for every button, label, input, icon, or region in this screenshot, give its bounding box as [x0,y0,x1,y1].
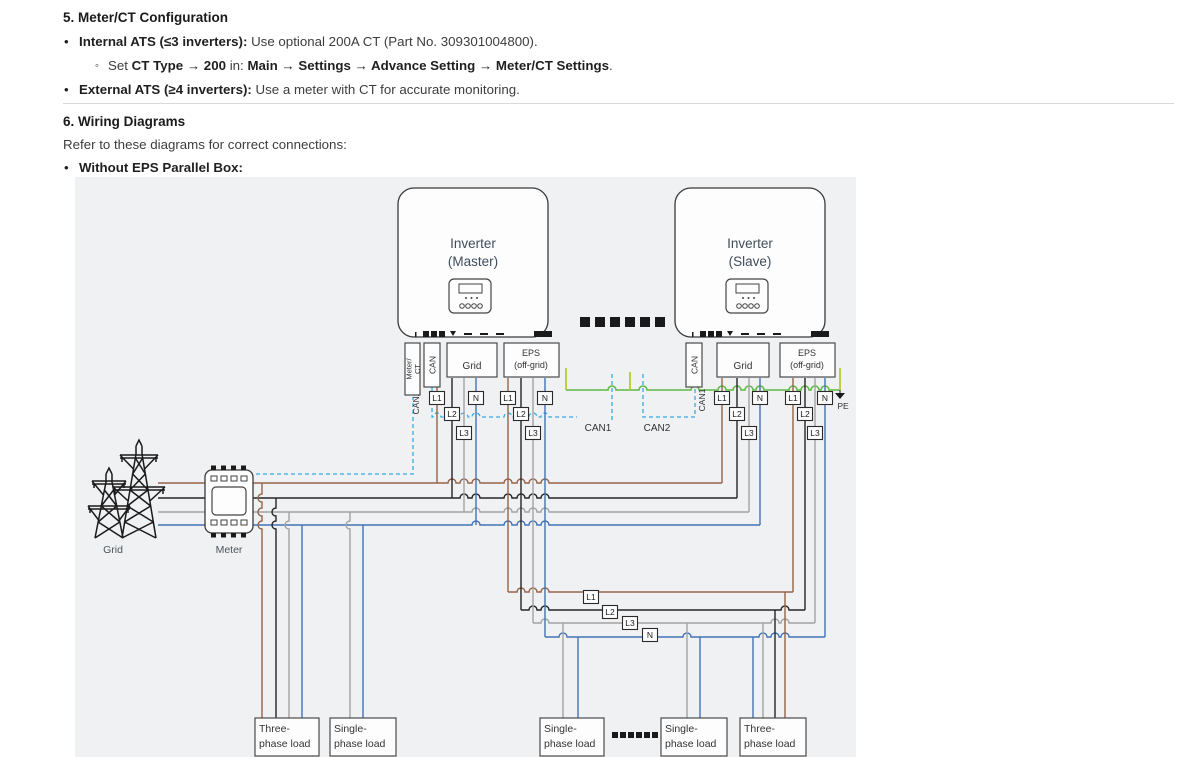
bullet-marker: • [64,34,79,49]
svg-text:L3: L3 [810,428,820,438]
svg-text:N: N [822,393,828,403]
svg-text:Inverter: Inverter [727,236,773,251]
bullet-external-ats: •External ATS (≥4 inverters): Use a mete… [64,82,520,97]
bullet-without-eps-box: •Without EPS Parallel Box: [64,160,243,175]
svg-text:CAN: CAN [427,356,437,374]
svg-text:phase load: phase load [334,738,386,750]
svg-text:Single-: Single- [544,723,577,735]
svg-text:N: N [473,393,479,403]
svg-text:L2: L2 [516,409,526,419]
svg-text:L1: L1 [788,393,798,403]
svg-text:CAN1: CAN1 [585,423,612,434]
meter: Meter [205,466,253,557]
svg-text:Grid: Grid [734,361,753,372]
svg-text:CAN: CAN [689,356,699,374]
terminal-labels: L1NL2L3L1NL2L3L1NL2L3L1NL2L3L1L2L3N [430,392,833,642]
svg-text:L2: L2 [800,409,810,419]
svg-text:L2: L2 [447,409,457,419]
ground-symbol [835,393,845,399]
svg-text:(off-grid): (off-grid) [514,360,548,370]
svg-text:Three-: Three- [259,723,290,735]
svg-text:phase load: phase load [665,738,717,750]
svg-text:(Master): (Master) [448,254,498,269]
load-ellipsis [612,732,658,738]
svg-text:L3: L3 [459,428,469,438]
svg-text:PE: PE [837,401,849,411]
svg-text:Three-: Three- [744,723,775,735]
svg-text:CAN1: CAN1 [697,388,707,411]
svg-text:EPS: EPS [798,348,816,358]
load-boxes: Three-phase load Single-phase load Single-… [255,718,806,756]
document-page: 5. Meter/CT Configuration •Internal ATS … [0,0,1181,757]
svg-text:(off-grid): (off-grid) [790,360,824,370]
text-run: in: [226,58,247,73]
svg-text:L1: L1 [717,393,727,403]
svg-text:N: N [757,393,763,403]
svg-text:L3: L3 [625,618,635,628]
section6-heading: 6. Wiring Diagrams [63,114,185,129]
svg-text:Grid: Grid [463,361,482,372]
svg-text:Meter: Meter [216,544,243,556]
text-run: Use a meter with CT for accurate monitor… [252,82,520,97]
svg-text:Single-: Single- [334,723,367,735]
svg-text:Grid: Grid [103,544,123,556]
svg-text:Single-: Single- [665,723,698,735]
section5-heading: 5. Meter/CT Configuration [63,10,228,25]
grid-towers: Grid [88,440,165,556]
svg-text:L2: L2 [732,409,742,419]
wiring-intro: Refer to these diagrams for correct conn… [63,137,347,152]
bullet-internal-ats: •Internal ATS (≤3 inverters): Use option… [64,34,538,49]
text-run: Without EPS Parallel Box: [79,160,243,175]
text-run: Internal ATS (≤3 inverters): [79,34,247,49]
svg-text:N: N [647,630,653,640]
inverter-master: Inverter (Master) [398,188,552,337]
inverter-ellipsis [580,317,665,327]
svg-text:L3: L3 [528,428,538,438]
svg-text:(Slave): (Slave) [729,254,772,269]
svg-text:L1: L1 [586,592,596,602]
svg-text:L2: L2 [605,607,615,617]
text-run: Set [108,58,132,73]
svg-text:L3: L3 [744,428,754,438]
svg-text:N: N [542,393,548,403]
text-run: Use optional 200A CT (Part No. 309301004… [247,34,537,49]
svg-text:phase load: phase load [744,738,796,750]
power-wires [158,378,825,718]
bullet-marker: • [64,82,79,97]
svg-text:CAN2: CAN2 [644,423,671,434]
section-divider [63,103,1174,104]
svg-text:L1: L1 [432,393,442,403]
svg-text:EPS: EPS [522,348,540,358]
wiring-diagram-canvas: PECAN1CAN2CAN2CAN1L1NL2L3L1NL2L3L1NL2L3L… [75,177,856,757]
bullet-marker: • [64,160,79,175]
svg-text:phase load: phase load [259,738,311,750]
bullet-marker: ◦ [95,60,108,72]
svg-text:Inverter: Inverter [450,236,496,251]
port-boxes: Meter/CTCANGridEPS(off-grid)CANGridEPS(o… [404,343,835,395]
text-run: Main → Settings → Advance Setting → Mete… [247,58,609,73]
text-run: . [609,58,613,73]
svg-text:phase load: phase load [544,738,596,750]
inverter-slave: Inverter (Slave) [675,188,829,337]
svg-text:L1: L1 [503,393,513,403]
bullet-ct-type-setting: ◦Set CT Type → 200 in: Main → Settings →… [95,58,613,73]
text-run: External ATS (≥4 inverters): [79,82,252,97]
text-run: CT Type → 200 [132,58,226,73]
